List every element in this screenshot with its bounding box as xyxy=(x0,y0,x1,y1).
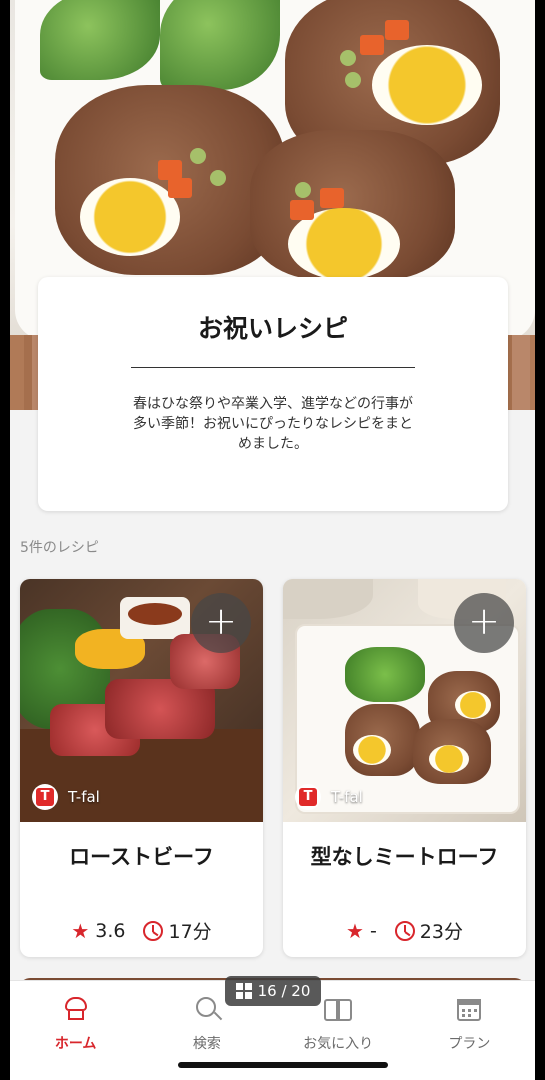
chef-hat-icon xyxy=(59,993,93,1027)
star-icon: ★ xyxy=(71,918,90,943)
side-plate xyxy=(283,579,373,619)
clock-icon xyxy=(143,920,164,941)
page-counter-text: 16 / 20 xyxy=(257,982,311,1000)
hero-pea xyxy=(190,148,206,164)
recipe-card[interactable]: + T T-fal 型なしミートローフ ★ - 23分 xyxy=(283,579,526,957)
collection-description: 春はひな祭りや卒業入学、進学などの行事が多い季節！お祝いにぴったりなレシピをまと… xyxy=(133,396,413,452)
recipe-count-label: 5件のレシピ xyxy=(20,540,99,556)
title-divider xyxy=(131,367,415,368)
tab-label: プラン xyxy=(448,1036,491,1052)
hero-pea xyxy=(295,182,311,198)
recipe-name: ローストビーフ xyxy=(69,845,214,869)
egg xyxy=(429,745,469,773)
hero-pea xyxy=(340,50,356,66)
add-to-plan-button[interactable]: + xyxy=(454,593,514,653)
grid-icon xyxy=(235,983,252,999)
home-indicator[interactable] xyxy=(178,1062,388,1068)
book-icon xyxy=(321,993,355,1027)
hero-pea xyxy=(345,72,361,88)
hero-egg xyxy=(80,178,180,256)
tfal-logo-icon: T xyxy=(295,784,321,810)
tfal-logo-icon: T xyxy=(32,784,58,810)
star-icon: ★ xyxy=(346,918,364,943)
hero-carrot xyxy=(320,188,344,208)
hero-carrot xyxy=(168,178,192,198)
hero-carrot xyxy=(158,160,182,180)
cook-time: 17分 xyxy=(168,921,212,943)
cook-time: 23分 xyxy=(419,921,463,943)
egg xyxy=(353,735,391,765)
recipe-meta: ★ 3.6 17分 xyxy=(20,917,263,944)
rating-value: 3.6 xyxy=(95,919,126,942)
recipe-card[interactable]: + T T-fal ローストビーフ ★ 3.6 17分 xyxy=(20,579,263,957)
tab-label: ホーム xyxy=(54,1036,97,1052)
hero-carrot xyxy=(385,20,409,40)
egg xyxy=(455,691,491,719)
tab-plan[interactable]: プラン xyxy=(404,981,535,1080)
tab-label: 検索 xyxy=(192,1036,221,1052)
brand-name: T-fal xyxy=(68,788,100,806)
page-counter: 16 / 20 xyxy=(225,976,321,1006)
hero-pea xyxy=(210,170,226,186)
hero-egg xyxy=(372,45,482,125)
brand-tag: T T-fal xyxy=(32,783,100,811)
brand-tag: T T-fal xyxy=(295,783,363,811)
add-to-plan-button[interactable]: + xyxy=(191,593,251,653)
tab-label: お気に入り xyxy=(303,1036,374,1052)
recipe-meta: ★ - 23分 xyxy=(283,917,526,944)
clock-icon xyxy=(394,920,415,941)
hero-carrot xyxy=(360,35,384,55)
sauce xyxy=(128,603,182,625)
tab-home[interactable]: ホーム xyxy=(10,981,141,1080)
rating-value: - xyxy=(369,919,377,942)
collection-title: お祝いレシピ xyxy=(197,314,348,343)
hero-carrot xyxy=(290,200,314,220)
collection-intro-card: お祝いレシピ 春はひな祭りや卒業入学、進学などの行事が多い季節！お祝いにぴったり… xyxy=(38,277,508,511)
search-icon xyxy=(190,993,224,1027)
brand-name: T-fal xyxy=(331,788,363,806)
calendar-icon xyxy=(452,993,486,1027)
recipe-name: 型なしミートローフ xyxy=(310,845,499,869)
app-screen: お祝いレシピ 春はひな祭りや卒業入学、進学などの行事が多い季節！お祝いにぴったり… xyxy=(10,0,535,1080)
greens xyxy=(345,647,425,702)
